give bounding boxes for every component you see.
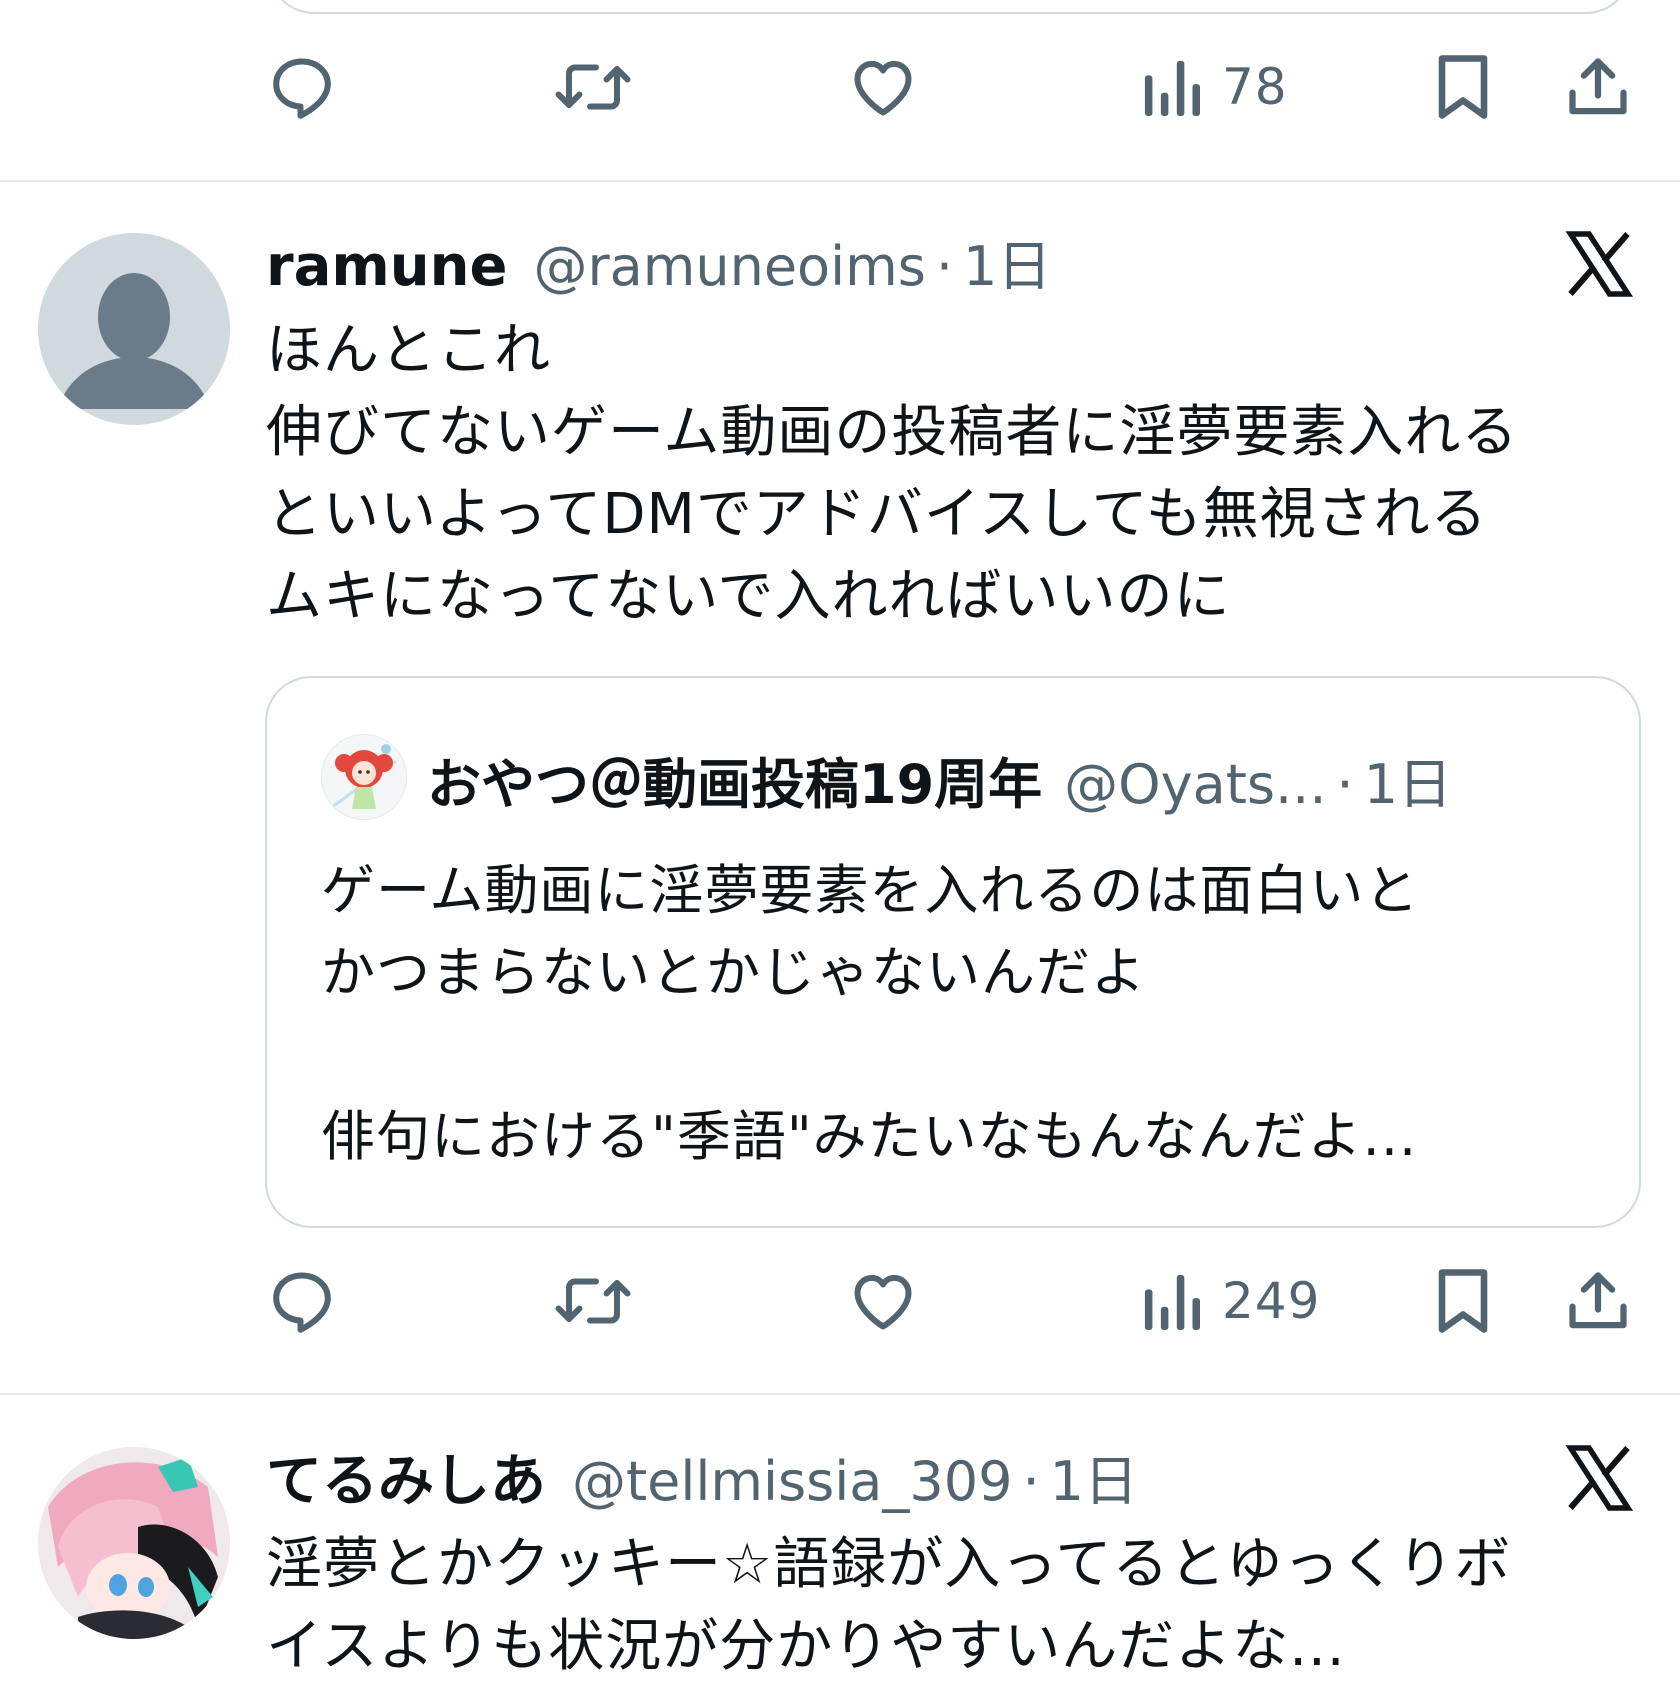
separator-dot: · — [1336, 753, 1354, 816]
character-avatar-icon — [322, 735, 406, 819]
quote-display-name[interactable]: おやつ＠動画投稿19周年 — [427, 740, 1042, 819]
avatar-placeholder[interactable] — [38, 233, 230, 425]
speech-bubble-icon — [273, 1272, 331, 1333]
quote-tweet-card[interactable]: おやつ＠動画投稿19周年 @Oyats... · 1日 ゲーム動画に淫夢要素を入… — [265, 676, 1641, 1228]
tweet-text-line: といいよってDMでアドバイスしても無視される — [266, 482, 1488, 547]
tweet-actions: 249 — [0, 1256, 1680, 1346]
previous-quote-card-edge — [268, 0, 1632, 14]
like-button[interactable] — [846, 1256, 920, 1346]
retweet-icon — [555, 64, 631, 110]
bar-chart-icon — [1144, 60, 1200, 116]
bookmark-button[interactable] — [1432, 42, 1494, 132]
tweet-divider — [0, 180, 1680, 182]
speech-bubble-icon — [273, 58, 331, 119]
share-icon — [1569, 58, 1627, 115]
tweet-text-line: 淫夢とかクッキー☆語録が入ってるとゆっくりボ — [266, 1532, 1512, 1597]
reply-button[interactable] — [266, 1256, 338, 1346]
default-user-icon — [58, 273, 210, 409]
separator-dot: · — [935, 235, 953, 298]
quote-timestamp[interactable]: 1日 — [1364, 740, 1452, 819]
like-button[interactable] — [846, 42, 920, 132]
tweet-header: ramune @ramuneoims · 1日 — [266, 222, 1051, 301]
separator-dot: · — [1022, 1450, 1040, 1513]
share-icon — [1569, 1272, 1627, 1329]
bar-chart-icon — [1144, 1274, 1200, 1330]
display-name[interactable]: ramune — [266, 234, 507, 299]
tweet-divider — [0, 1393, 1680, 1395]
quote-text-line: ゲーム動画に淫夢要素を入れるのは面白いと — [321, 859, 1420, 922]
bookmark-icon — [1438, 1269, 1488, 1333]
timestamp[interactable]: 1日 — [963, 222, 1051, 301]
reply-button[interactable] — [266, 42, 338, 132]
quote-text-line: 俳句における"季語"みたいなもんなんだよ... — [321, 1105, 1418, 1168]
x-logo-icon[interactable] — [1563, 1442, 1635, 1514]
tweet-header: てるみしあ @tellmissia_309 · 1日 — [266, 1436, 1138, 1517]
timestamp[interactable]: 1日 — [1050, 1437, 1138, 1516]
display-name[interactable]: てるみしあ — [266, 1436, 546, 1517]
tweet-text-line: 伸びてないゲーム動画の投稿者に淫夢要素入れる — [266, 400, 1519, 465]
views-count: 249 — [1222, 1272, 1321, 1330]
retweet-icon — [555, 1278, 631, 1324]
tweet-text-line: イスよりも状況が分かりやすいんだよな... — [266, 1614, 1346, 1679]
share-button[interactable] — [1564, 1256, 1632, 1346]
heart-icon — [854, 60, 912, 116]
tweet-actions-previous: 78 — [0, 42, 1680, 132]
quote-avatar[interactable] — [321, 734, 407, 820]
views-button[interactable]: 78 — [1142, 42, 1288, 132]
x-logo-icon[interactable] — [1563, 228, 1635, 300]
quote-header: おやつ＠動画投稿19周年 @Oyats... · 1日 — [427, 740, 1452, 819]
anime-character-avatar-icon — [38, 1447, 230, 1639]
quote-user-handle[interactable]: @Oyats... — [1064, 753, 1326, 816]
views-count: 78 — [1222, 58, 1288, 116]
retweet-button[interactable] — [554, 42, 632, 132]
heart-icon — [854, 1274, 912, 1330]
user-handle[interactable]: @ramuneoims — [533, 235, 925, 298]
share-button[interactable] — [1564, 42, 1632, 132]
quote-text-line: かつまらないとかじゃないんだよ — [321, 941, 1146, 1004]
views-button[interactable]: 249 — [1142, 1256, 1320, 1346]
user-handle[interactable]: @tellmissia_309 — [572, 1450, 1012, 1513]
retweet-button[interactable] — [554, 1256, 632, 1346]
bookmark-icon — [1438, 55, 1488, 119]
tweet-text-line: ムキになってないで入れればいいのに — [266, 564, 1231, 629]
tweet-text-line: ほんとこれ — [266, 318, 551, 383]
avatar[interactable] — [38, 1447, 230, 1639]
bookmark-button[interactable] — [1432, 1256, 1494, 1346]
